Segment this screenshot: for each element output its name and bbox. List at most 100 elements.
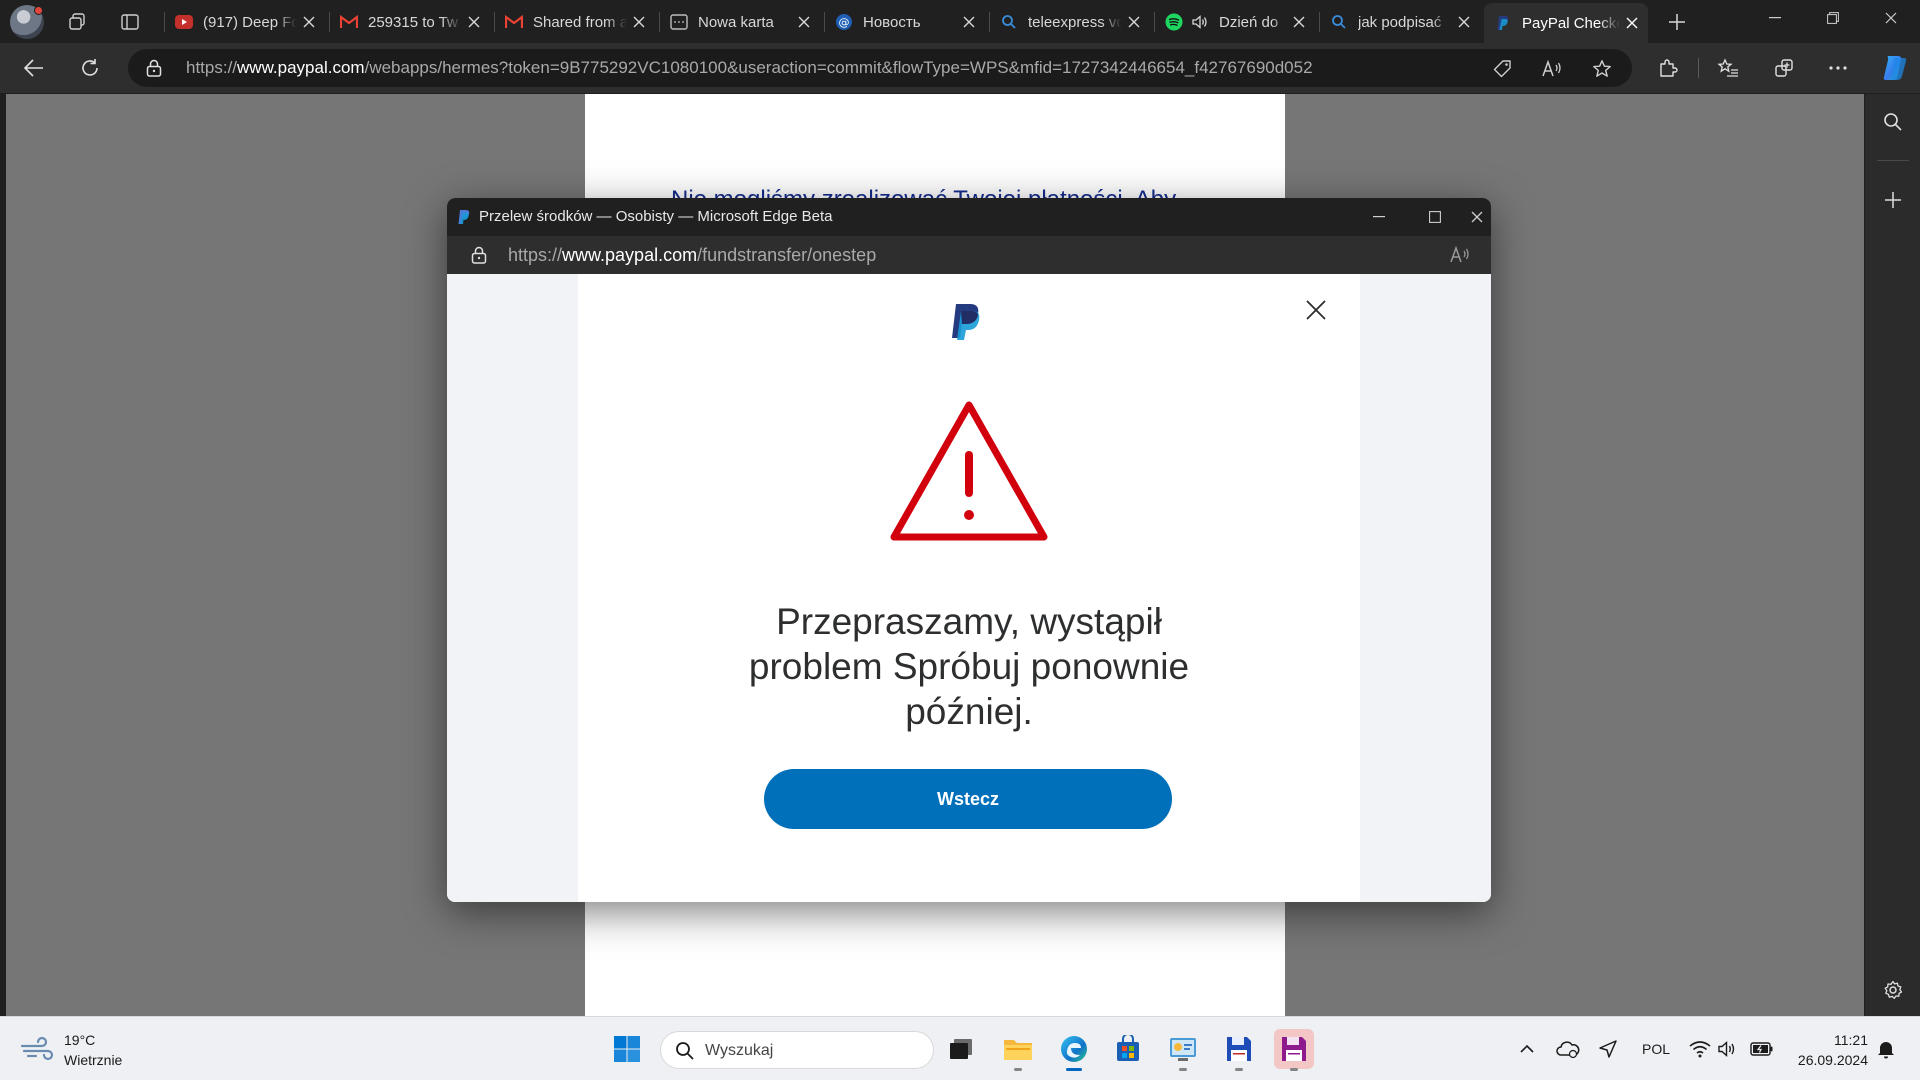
tab-gmail-2[interactable]: Shared from a [495, 4, 655, 40]
popup-minimize-icon[interactable] [1351, 198, 1407, 236]
search-icon [675, 1041, 695, 1066]
url-domain: www.paypal.com [237, 58, 365, 77]
tab-gmail-1[interactable]: 259315 to Tw [330, 4, 490, 40]
chevron-up-icon[interactable] [1515, 1037, 1539, 1061]
tab-close-icon[interactable] [1620, 11, 1644, 35]
location-arrow-icon[interactable] [1596, 1037, 1620, 1061]
active-indicator [1066, 1068, 1082, 1071]
file-explorer-icon[interactable] [998, 1029, 1038, 1071]
tab-label: teleexpress vo [1028, 13, 1122, 31]
tab-close-icon[interactable] [297, 10, 321, 34]
save-disk-app-icon-2[interactable] [1274, 1029, 1314, 1071]
running-indicator [1179, 1068, 1187, 1071]
tab-search-podpisac[interactable]: jak podpisać [1320, 4, 1480, 40]
taskbar-search[interactable]: Wyszukaj [660, 1031, 934, 1069]
wifi-icon[interactable] [1688, 1037, 1712, 1061]
sidebar-settings-icon[interactable] [1877, 974, 1909, 1006]
address-url[interactable]: https://www.paypal.com/webapps/hermes?to… [186, 58, 1313, 78]
weather-temperature[interactable]: 19°C [64, 1032, 95, 1048]
onedrive-sync-icon[interactable] [1556, 1037, 1580, 1061]
tab-mail[interactable]: @ Новость [825, 4, 985, 40]
tab-youtube[interactable]: (917) Deep Fo [165, 4, 325, 40]
start-windows-icon[interactable] [607, 1029, 647, 1069]
vertical-tabs-icon[interactable] [117, 9, 143, 35]
running-indicator [1014, 1068, 1022, 1071]
input-language[interactable]: POL [1642, 1041, 1670, 1057]
popup-close-icon[interactable] [1463, 198, 1491, 236]
notification-bell-icon[interactable] [1874, 1037, 1898, 1061]
favorite-star-icon[interactable] [1590, 57, 1614, 81]
tab-close-icon[interactable] [792, 10, 816, 34]
address-bar[interactable]: https://www.paypal.com/webapps/hermes?to… [128, 49, 1632, 87]
tab-label: Nowa karta [698, 13, 774, 31]
edge-browser-icon[interactable] [1054, 1029, 1094, 1071]
tab-search-teleexpress[interactable]: teleexpress vo [990, 4, 1150, 40]
profile-notification-dot [34, 6, 43, 15]
url-domain: www.paypal.com [562, 245, 698, 265]
read-aloud-icon[interactable] [1540, 57, 1564, 81]
read-aloud-icon[interactable] [1449, 245, 1471, 270]
url-scheme: https:// [508, 245, 563, 265]
popup-maximize-icon[interactable] [1407, 198, 1463, 236]
tab-label: Dzień do [1219, 13, 1279, 31]
tab-label: jak podpisać [1358, 13, 1442, 31]
weather-wind-icon[interactable] [20, 1035, 54, 1063]
tag-price-icon[interactable] [1490, 57, 1514, 81]
volume-icon[interactable] [1716, 1037, 1740, 1061]
popup-titlebar[interactable]: Przelew środków — Osobisty — Microsoft E… [447, 198, 1491, 236]
tab-close-icon[interactable] [462, 10, 486, 34]
tab-close-icon[interactable] [1122, 10, 1146, 34]
paypal-logo-icon [948, 302, 984, 342]
favorites-list-icon[interactable] [1712, 52, 1744, 84]
workspaces-icon[interactable] [64, 9, 90, 35]
tab-spotify[interactable]: Dzień do [1155, 4, 1315, 40]
mail-at-icon: @ [835, 13, 853, 31]
gmail-icon [340, 13, 358, 31]
microsoft-store-icon[interactable] [1108, 1029, 1148, 1069]
svg-text:@: @ [839, 16, 850, 29]
lock-icon[interactable] [471, 246, 487, 269]
minimize-icon[interactable] [1752, 0, 1798, 36]
back-arrow-icon[interactable] [18, 52, 50, 84]
error-dialog: Przepraszamy, wystąpił problem Spróbuj p… [578, 274, 1360, 902]
popup-address-bar: https://www.paypal.com/fundstransfer/one… [447, 236, 1491, 274]
back-button[interactable]: Wstecz [764, 769, 1172, 829]
collections-icon[interactable] [1768, 52, 1800, 84]
refresh-icon[interactable] [74, 52, 106, 84]
spotify-icon [1165, 13, 1183, 31]
tab-close-icon[interactable] [627, 10, 651, 34]
window-close-icon[interactable] [1868, 0, 1914, 36]
search-placeholder: Wyszukaj [705, 1042, 774, 1059]
new-tab-plus-icon[interactable] [1664, 9, 1690, 35]
tab-close-icon[interactable] [957, 10, 981, 34]
sidebar-divider [1877, 160, 1909, 161]
more-menu-icon[interactable] [1822, 52, 1854, 84]
tab-paypal-checkout[interactable]: PayPal Checko [1484, 3, 1648, 43]
tab-label: PayPal Checko [1522, 14, 1620, 32]
save-disk-app-icon[interactable] [1219, 1029, 1259, 1071]
restore-icon[interactable] [1810, 0, 1856, 36]
gmail-icon [505, 13, 523, 31]
control-panel-icon[interactable] [1163, 1029, 1203, 1071]
battery-charging-icon[interactable] [1750, 1037, 1774, 1061]
tab-close-icon[interactable] [1287, 10, 1311, 34]
copilot-icon[interactable] [1878, 51, 1912, 85]
dialog-close-icon[interactable] [1300, 294, 1332, 326]
tab-label: Shared from a [533, 13, 627, 31]
running-indicator [1235, 1068, 1243, 1071]
extensions-icon[interactable] [1652, 52, 1684, 84]
lock-icon[interactable] [146, 59, 162, 82]
popup-title: Przelew środków — Osobisty — Microsoft E… [479, 208, 833, 225]
tab-close-icon[interactable] [1452, 10, 1476, 34]
url-path: /fundstransfer/onestep [697, 245, 877, 265]
tab-strip: (917) Deep Fo 259315 to Tw Shared from a… [0, 0, 1920, 43]
sidebar-search-icon[interactable] [1877, 106, 1909, 138]
speaker-audio-icon[interactable] [1191, 13, 1209, 31]
tab-new-tab[interactable]: Nowa karta [660, 4, 820, 40]
running-indicator [1290, 1068, 1298, 1071]
task-view-icon[interactable] [941, 1029, 981, 1069]
clock-date[interactable]: 26.09.2024 [1786, 1052, 1868, 1068]
sidebar-add-icon[interactable] [1877, 184, 1909, 216]
weather-description[interactable]: Wietrznie [64, 1052, 122, 1068]
clock-time[interactable]: 11:21 [1820, 1032, 1868, 1048]
